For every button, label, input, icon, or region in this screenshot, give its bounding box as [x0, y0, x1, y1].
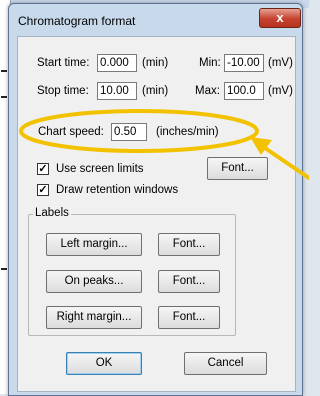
highlight-ellipse [19, 109, 259, 153]
annotation-overlay [19, 109, 309, 180]
annotation-arrow-line [260, 144, 309, 180]
